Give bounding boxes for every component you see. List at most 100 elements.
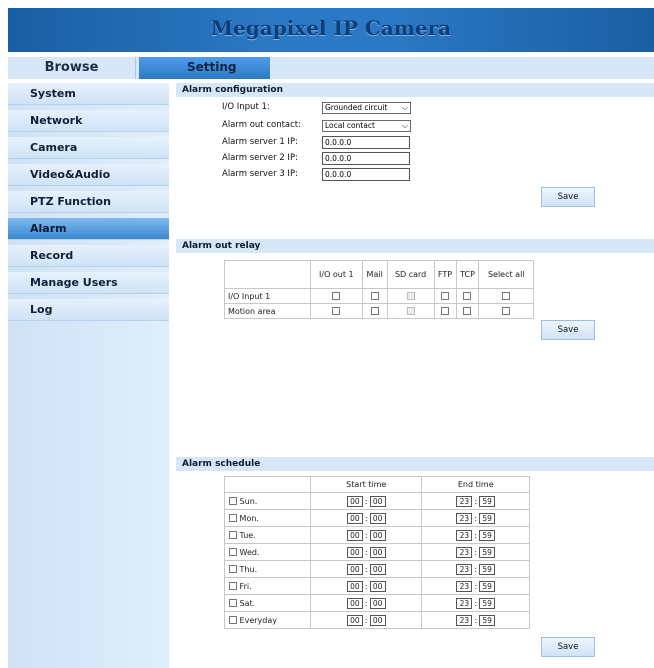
day-checkbox[interactable] bbox=[229, 497, 237, 505]
tab-browse[interactable]: Browse bbox=[8, 57, 136, 79]
start-minute-input[interactable]: 00 bbox=[369, 614, 386, 626]
end-minute-input[interactable]: 59 bbox=[479, 563, 496, 575]
end-hour-input[interactable]: 23 bbox=[456, 563, 473, 575]
start-time-cell: 00:00 bbox=[309, 611, 423, 629]
table-row: Tue. 00: 00 23:59 bbox=[224, 526, 530, 544]
sidebar-item-system[interactable]: System bbox=[8, 83, 169, 105]
end-hour-input[interactable]: 23 bbox=[456, 529, 473, 541]
table-row: Wed. 00:00 23:59 bbox=[224, 543, 530, 561]
end-time-cell: 23:59 bbox=[421, 526, 530, 544]
io-input-label: I/O Input 1: bbox=[222, 102, 270, 112]
schedule-day-cell: Mon. bbox=[224, 509, 311, 527]
sidebar-item-record[interactable]: Record bbox=[8, 245, 169, 267]
alarm-schedule-save-button[interactable]: Save bbox=[541, 637, 595, 657]
end-hour-input[interactable]: 23 bbox=[456, 495, 473, 507]
sd-card-checkbox bbox=[406, 292, 415, 300]
io-out-checkbox[interactable] bbox=[332, 307, 341, 315]
sidebar-item-camera[interactable]: Camera bbox=[8, 137, 169, 159]
relay-header-tcp: TCP bbox=[455, 260, 480, 289]
start-hour-input[interactable]: 00 bbox=[346, 563, 363, 575]
tcp-checkbox[interactable] bbox=[463, 307, 472, 315]
sidebar-item-video-audio[interactable]: Video&Audio bbox=[8, 164, 169, 186]
ftp-checkbox[interactable] bbox=[441, 292, 450, 300]
end-hour-input[interactable]: 23 bbox=[456, 512, 473, 524]
table-row: Thu. 00:00 23:59 bbox=[224, 560, 530, 578]
alarm-server-2-input[interactable]: 0.0.0.0 bbox=[322, 152, 410, 165]
start-minute-input[interactable]: 00 bbox=[369, 580, 386, 592]
alarm-out-select[interactable]: Local contact ⌵ bbox=[322, 120, 411, 132]
time-separator: : bbox=[474, 598, 478, 608]
mail-checkbox[interactable] bbox=[370, 307, 379, 315]
alarm-relay-save-button[interactable]: Save bbox=[541, 320, 595, 340]
start-hour-input[interactable]: 00 bbox=[346, 546, 363, 558]
chevron-down-icon: ⌵ bbox=[401, 103, 408, 112]
app-title: Megapixel IP Camera bbox=[210, 16, 452, 40]
start-time-cell: 00:00 bbox=[309, 594, 423, 612]
io-input-select[interactable]: Grounded circuit ⌵ bbox=[322, 102, 411, 114]
end-time-cell: 23:59 bbox=[421, 492, 530, 510]
end-hour-input[interactable]: 23 bbox=[456, 597, 473, 609]
end-minute-input[interactable]: 59 bbox=[479, 495, 496, 507]
start-hour-input[interactable]: 00 bbox=[346, 512, 363, 524]
sidebar-item-manage-users[interactable]: Manage Users bbox=[8, 272, 169, 294]
start-minute-input[interactable]: 00 bbox=[369, 546, 386, 558]
end-minute-input[interactable]: 59 bbox=[479, 614, 496, 626]
end-hour-input[interactable]: 23 bbox=[456, 614, 473, 626]
end-time-cell: 23:59 bbox=[421, 560, 530, 578]
sidebar-item-network[interactable]: Network bbox=[8, 110, 169, 132]
start-hour-input[interactable]: 00 bbox=[346, 529, 363, 541]
start-time-cell: 00:00 bbox=[309, 492, 423, 510]
sidebar-item-log[interactable]: Log bbox=[8, 299, 169, 321]
schedule-day-cell: Wed. bbox=[224, 543, 311, 561]
end-minute-input[interactable]: 59 bbox=[479, 546, 496, 558]
start-time-cell: 00:00 bbox=[309, 577, 423, 595]
start-minute-input[interactable]: 00 bbox=[369, 512, 386, 524]
end-minute-input[interactable]: 59 bbox=[479, 580, 496, 592]
alarm-out-value: Local contact bbox=[325, 121, 375, 130]
day-checkbox[interactable] bbox=[229, 514, 237, 522]
select-all-checkbox[interactable] bbox=[502, 307, 511, 315]
day-checkbox[interactable] bbox=[229, 565, 237, 573]
alarm-server-1-input[interactable]: 0.0.0.0 bbox=[322, 136, 410, 149]
time-separator: : bbox=[474, 581, 478, 591]
tab-setting[interactable]: Setting bbox=[139, 57, 270, 79]
day-checkbox[interactable] bbox=[229, 531, 237, 539]
day-checkbox[interactable] bbox=[229, 548, 237, 556]
start-minute-input[interactable]: 00 bbox=[369, 563, 386, 575]
day-label: Sun. bbox=[239, 496, 258, 506]
ftp-checkbox[interactable] bbox=[441, 307, 450, 315]
sidebar-item-alarm[interactable]: Alarm bbox=[8, 218, 169, 240]
schedule-day-cell: Sun. bbox=[224, 492, 311, 510]
end-minute-input[interactable]: 59 bbox=[479, 512, 496, 524]
day-checkbox[interactable] bbox=[229, 582, 237, 590]
time-separator: : bbox=[474, 530, 478, 540]
day-checkbox[interactable] bbox=[229, 616, 237, 624]
end-minute-input[interactable]: 59 bbox=[479, 529, 496, 541]
day-checkbox[interactable] bbox=[229, 599, 237, 607]
start-minute-input[interactable]: 00 bbox=[369, 495, 386, 507]
end-hour-input[interactable]: 23 bbox=[456, 546, 473, 558]
select-all-checkbox[interactable] bbox=[502, 292, 511, 300]
start-hour-input[interactable]: 00 bbox=[346, 597, 363, 609]
end-minute-input[interactable]: 59 bbox=[479, 597, 496, 609]
io-out-checkbox[interactable] bbox=[332, 292, 341, 300]
start-time-cell: 00:00 bbox=[309, 543, 423, 561]
table-row: Sun. 00:00 23:59 bbox=[224, 492, 530, 510]
time-separator: : bbox=[474, 615, 478, 625]
start-hour-input[interactable]: 00 bbox=[346, 580, 363, 592]
sidebar-item-ptz-function[interactable]: PTZ Function bbox=[8, 191, 169, 213]
tcp-checkbox[interactable] bbox=[463, 292, 472, 300]
start-minute-input[interactable]: 00 bbox=[369, 597, 386, 609]
start-minute-input[interactable]: 00 bbox=[369, 529, 386, 541]
sd-card-checkbox bbox=[406, 307, 415, 315]
start-hour-input[interactable]: 00 bbox=[346, 495, 363, 507]
start-hour-input[interactable]: 00 bbox=[346, 614, 363, 626]
table-row: Everyday 00:00 23:59 bbox=[224, 611, 530, 629]
schedule-day-cell: Tue. bbox=[224, 526, 311, 544]
end-hour-input[interactable]: 23 bbox=[456, 580, 473, 592]
schedule-day-cell: Sat. bbox=[224, 594, 311, 612]
alarm-server-3-input[interactable]: 0.0.0.0 bbox=[322, 168, 410, 181]
alarm-config-save-button[interactable]: Save bbox=[541, 187, 595, 207]
mail-checkbox[interactable] bbox=[370, 292, 379, 300]
end-time-cell: 23:59 bbox=[421, 577, 530, 595]
